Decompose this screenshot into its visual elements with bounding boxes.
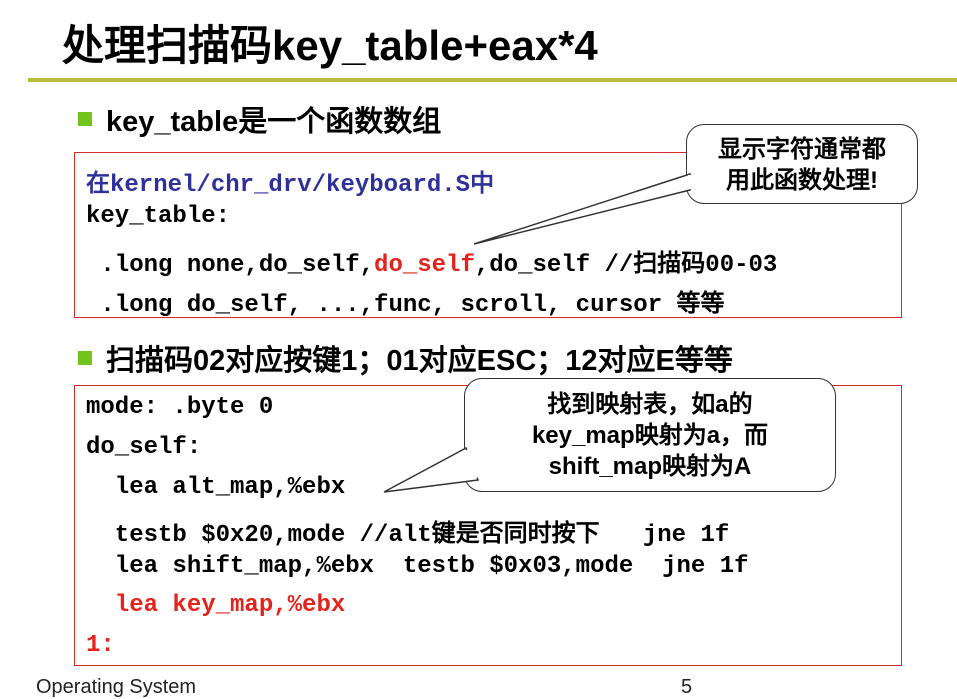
footer-course-name: Operating System [36,676,197,698]
callout-display-pointer [473,172,691,245]
page-number: 5 [681,676,693,698]
callout-pointers [383,172,692,493]
callout-map-pointer [383,446,480,493]
